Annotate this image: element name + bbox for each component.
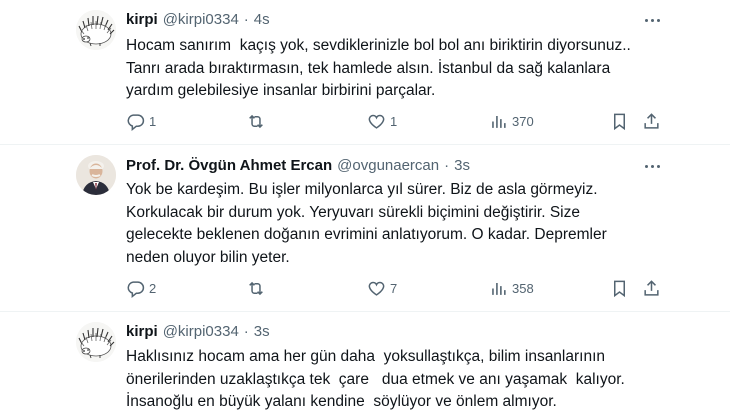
tweet-text-line: Haklısınız hocam ama her gün daha yoksul…: [126, 348, 606, 365]
tweet-text-line: Korkulacak bir durum yok. Yeryuvarı süre…: [126, 203, 580, 221]
views-button[interactable]: 358: [489, 278, 534, 298]
separator-dot: ·: [243, 10, 249, 28]
retweet-icon: [249, 114, 263, 128]
bookmark-icon: [613, 113, 626, 130]
hedgehog-icon: [76, 10, 116, 50]
share-icon: [644, 279, 659, 296]
bookmark-button[interactable]: [610, 278, 629, 298]
reply-count: 2: [149, 280, 157, 296]
views-button[interactable]: 370: [489, 111, 534, 131]
avatar[interactable]: [76, 155, 116, 195]
share-icon: [644, 112, 659, 129]
views-count: 358: [512, 280, 534, 296]
heart-icon: [368, 114, 385, 129]
tweet-text-line: önerilerinden uzaklaştıkça tek çare dua …: [126, 370, 625, 388]
reply-button[interactable]: 1: [126, 111, 156, 131]
reply-count: 1: [149, 113, 157, 129]
divider: [0, 311, 730, 312]
tweet-actions: 2 7 358: [126, 278, 666, 298]
more-icon-dot: [656, 164, 660, 168]
more-icon: [644, 18, 648, 22]
author-handle[interactable]: @ovgunaercan: [337, 157, 439, 174]
reply-icon: [127, 113, 145, 131]
retweet-button[interactable]: [246, 111, 270, 131]
tweet-text-line: İnsanoğlu en büyük yalanı kendine söylüy…: [126, 393, 557, 410]
author-name[interactable]: kirpi: [126, 323, 158, 340]
tweet-text-line: Yok be kardeşim. Bu işler milyonlarca yı…: [126, 181, 598, 198]
timestamp[interactable]: 3s: [254, 323, 270, 340]
bookmark-button[interactable]: [610, 111, 629, 131]
views-icon: [492, 115, 506, 128]
tweet-text-line: gelecekte beklenen doğanın evrimini anla…: [126, 226, 607, 243]
divider: [0, 144, 730, 145]
more-options-button[interactable]: [640, 10, 664, 30]
avatar[interactable]: [76, 10, 116, 50]
separator-dot: ·: [243, 322, 249, 340]
like-button[interactable]: 7: [367, 278, 397, 298]
tweet-text-line: Tanrı arada bıraktırmasın, tek hamlede a…: [126, 59, 611, 77]
reply-icon: [127, 280, 145, 298]
tweet-actions: 1 1 370: [126, 111, 666, 131]
like-button[interactable]: 1: [367, 111, 397, 131]
author-handle[interactable]: @kirpi0334: [163, 323, 239, 340]
more-options-button[interactable]: [640, 156, 664, 176]
separator-dot: ·: [444, 156, 450, 174]
like-count: 1: [390, 113, 398, 129]
avatar[interactable]: [76, 322, 116, 362]
like-count: 7: [390, 280, 398, 296]
timestamp[interactable]: 4s: [254, 11, 270, 28]
more-icon-dot: [656, 18, 660, 22]
tweet-text-line: Hocam sanırım kaçış yok, sevdiklerinizle…: [126, 37, 631, 54]
reply-button[interactable]: 2: [126, 278, 156, 298]
more-icon: [644, 164, 648, 168]
more-icon-dot: [650, 164, 654, 168]
heart-icon: [368, 281, 385, 296]
tweet-text-line: neden oluyor bilin yeter.: [126, 248, 290, 266]
tweet-text: Hocam sanırım kaçış yok, sevdiklerinizle…: [126, 35, 686, 103]
retweet-icon: [249, 281, 263, 295]
person-portrait-icon: [76, 155, 116, 195]
views-count: 370: [512, 113, 534, 129]
share-button[interactable]: [642, 111, 661, 131]
bookmark-icon: [613, 280, 626, 297]
tweet-text: Haklısınız hocam ama her gün daha yoksul…: [126, 346, 686, 414]
tweet-text-line: yardım gelebilesiye insanlar birbirini p…: [126, 82, 436, 99]
more-icon-dot: [650, 18, 654, 22]
retweet-button[interactable]: [246, 278, 270, 298]
tweet-text: Yok be kardeşim. Bu işler milyonlarca yı…: [126, 179, 686, 269]
author-handle[interactable]: @kirpi0334: [163, 11, 239, 28]
author-name[interactable]: Prof. Dr. Övgün Ahmet Ercan: [126, 157, 332, 174]
author-name[interactable]: kirpi: [126, 11, 158, 28]
share-button[interactable]: [642, 278, 661, 298]
hedgehog-icon: [76, 322, 116, 362]
views-icon: [492, 282, 506, 295]
timestamp[interactable]: 3s: [454, 157, 470, 174]
